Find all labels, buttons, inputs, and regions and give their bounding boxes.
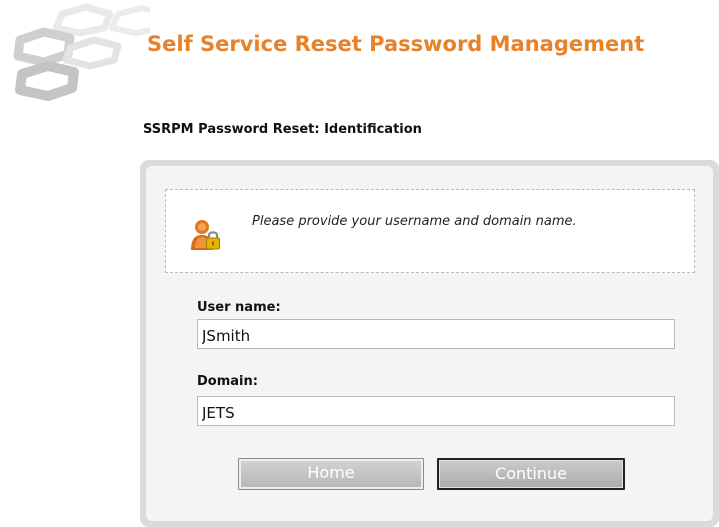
- panel-inner: Please provide your username and domain …: [146, 166, 713, 521]
- username-label: User name:: [197, 300, 281, 315]
- logo-hexagons: [0, 0, 169, 110]
- domain-label: Domain:: [197, 374, 258, 389]
- app-title: Self Service Reset Password Management: [147, 32, 645, 56]
- domain-input[interactable]: [197, 396, 675, 426]
- info-box: Please provide your username and domain …: [165, 189, 695, 273]
- username-input[interactable]: [197, 319, 675, 349]
- user-lock-icon: [190, 218, 222, 252]
- page-heading: SSRPM Password Reset: Identification: [143, 122, 422, 137]
- identification-panel: Please provide your username and domain …: [140, 160, 719, 527]
- home-button[interactable]: Home: [238, 458, 424, 490]
- continue-button[interactable]: Continue: [437, 458, 625, 490]
- info-message: Please provide your username and domain …: [252, 214, 577, 229]
